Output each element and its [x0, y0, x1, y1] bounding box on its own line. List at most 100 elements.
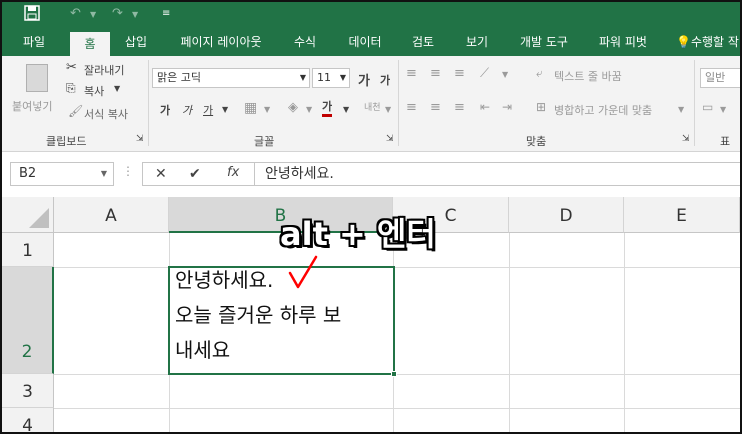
- underline-button[interactable]: 가: [203, 102, 213, 118]
- font-group-label: 글꼴: [254, 135, 275, 148]
- borders-icon[interactable]: ▦: [244, 100, 257, 116]
- clipboard-launcher-icon[interactable]: ⇲: [136, 134, 144, 144]
- merge-icon[interactable]: ⊞: [536, 100, 546, 114]
- fill-color-dropdown-icon[interactable]: ▼: [306, 105, 312, 114]
- excel-window: ↶ ▼ ↷ ▼ ≡ 파일 홈 삽입 페이지 레이아웃 수식 데이터 검토 보기 …: [0, 0, 742, 434]
- save-icon[interactable]: [24, 5, 40, 25]
- font-name-value: 맑은 고딕: [157, 71, 201, 84]
- tab-file[interactable]: 파일: [12, 29, 56, 56]
- cut-button[interactable]: ✂ 잘라내기: [66, 60, 142, 78]
- lightbulb-icon: 💡: [676, 35, 691, 49]
- currency-dropdown-icon[interactable]: ▼: [720, 105, 726, 114]
- redo-dropdown-icon[interactable]: ▼: [132, 10, 138, 19]
- corner-triangle-icon: [29, 208, 49, 228]
- row-header-3[interactable]: 3: [2, 374, 54, 408]
- redo-icon[interactable]: ↷: [112, 6, 123, 21]
- column-header-e[interactable]: E: [624, 197, 740, 233]
- orientation-icon[interactable]: ⟋: [480, 66, 489, 81]
- format-painter-label: 서식 복사: [84, 108, 128, 121]
- clipboard-icon: [26, 64, 48, 92]
- formula-input[interactable]: 안녕하세요.: [254, 162, 740, 186]
- row-header-2[interactable]: 2: [2, 267, 54, 374]
- phonetic-button[interactable]: 내천: [364, 100, 381, 113]
- tab-home[interactable]: 홈: [70, 32, 110, 56]
- align-right-icon[interactable]: ≡: [454, 100, 465, 115]
- tell-me-box[interactable]: 💡수행할 작: [676, 29, 740, 56]
- copy-dropdown-icon[interactable]: ▼: [114, 84, 120, 93]
- customize-quick-access-icon[interactable]: ≡: [162, 8, 170, 19]
- enter-button[interactable]: ✔: [189, 165, 201, 183]
- tab-developer[interactable]: 개발 도구: [508, 29, 580, 56]
- formula-input-value: 안녕하세요.: [265, 166, 334, 182]
- alignment-group-label: 맞춤: [526, 135, 547, 148]
- number-format-select[interactable]: 일반: [700, 68, 740, 88]
- column-header-d[interactable]: D: [509, 197, 624, 233]
- font-color-dropdown-icon[interactable]: ▼: [343, 105, 349, 114]
- ribbon: 붙여넣기 ✂ 잘라내기 ⎘ 복사 ▼ 🖌 서식 복사 클립보드 ⇲ 맑은 고딕 …: [2, 56, 740, 164]
- top-align-icon[interactable]: ≡: [406, 66, 417, 81]
- chevron-down-icon: ▼: [339, 73, 346, 82]
- name-box[interactable]: B2 ▼: [10, 162, 114, 186]
- formula-bar: B2 ▼ ⋮ ✕ ✔ fx 안녕하세요.: [2, 152, 740, 197]
- checkmark-annotation-icon: [288, 255, 318, 289]
- tell-me-text: 수행할 작: [690, 35, 739, 49]
- row-header-1[interactable]: 1: [2, 233, 54, 267]
- formula-bar-grip-icon[interactable]: ⋮: [122, 164, 134, 178]
- column-header-a[interactable]: A: [54, 197, 169, 233]
- borders-dropdown-icon[interactable]: ▼: [264, 105, 270, 114]
- tab-view[interactable]: 보기: [454, 29, 500, 56]
- tab-power-pivot[interactable]: 파워 피벗: [588, 29, 658, 56]
- format-painter-button[interactable]: 🖌 서식 복사: [66, 104, 146, 122]
- bold-button[interactable]: 가: [160, 102, 170, 118]
- align-center-icon[interactable]: ≡: [430, 100, 441, 115]
- copy-icon: ⎘: [66, 81, 76, 95]
- font-size-select[interactable]: 11 ▼: [312, 68, 350, 88]
- cell-b2-line-3: 내세요: [175, 338, 231, 362]
- tab-data[interactable]: 데이터: [338, 29, 392, 56]
- fill-handle[interactable]: [391, 371, 397, 377]
- title-bar: ↶ ▼ ↷ ▼ ≡: [2, 2, 740, 29]
- paste-button[interactable]: 붙여넣기: [10, 60, 58, 120]
- bottom-align-icon[interactable]: ≡: [454, 66, 465, 81]
- gridline: [54, 267, 740, 268]
- copy-button[interactable]: ⎘ 복사 ▼: [66, 81, 142, 99]
- tab-page-layout[interactable]: 페이지 레이아웃: [166, 29, 276, 56]
- wrap-text-button[interactable]: 텍스트 줄 바꿈: [554, 68, 622, 84]
- number-format-value: 일반: [705, 71, 726, 84]
- separator: [148, 60, 149, 146]
- middle-align-icon[interactable]: ≡: [430, 66, 441, 81]
- font-color-button[interactable]: 가: [322, 100, 333, 117]
- font-size-value: 11: [317, 71, 331, 84]
- worksheet-grid: A B C D E 1 2 3 4 안녕하세요. 오늘 즐거운 하루 보 내세요…: [2, 197, 740, 432]
- align-left-icon[interactable]: ≡: [406, 100, 417, 115]
- italic-button[interactable]: 가: [182, 102, 192, 118]
- tab-formulas[interactable]: 수식: [282, 29, 328, 56]
- alignment-launcher-icon[interactable]: ⇲: [682, 134, 690, 144]
- shrink-font-button[interactable]: 가: [380, 72, 390, 88]
- decrease-indent-icon[interactable]: ⇤: [480, 100, 490, 114]
- phonetic-dropdown-icon[interactable]: ▼: [385, 105, 391, 114]
- chevron-down-icon: ▼: [100, 169, 107, 178]
- gridline: [509, 233, 510, 432]
- tab-review[interactable]: 검토: [400, 29, 446, 56]
- fill-color-icon[interactable]: ◈: [288, 100, 298, 115]
- increase-indent-icon[interactable]: ⇥: [502, 100, 512, 114]
- grow-font-button[interactable]: 가: [358, 70, 370, 89]
- orientation-dropdown-icon[interactable]: ▼: [502, 70, 508, 79]
- tab-insert[interactable]: 삽입: [114, 29, 158, 56]
- gridline: [624, 233, 625, 432]
- font-launcher-icon[interactable]: ⇲: [386, 134, 394, 144]
- undo-icon[interactable]: ↶: [70, 6, 81, 21]
- wrap-text-icon[interactable]: ⤶: [536, 66, 543, 81]
- clipboard-group-label: 클립보드: [46, 135, 87, 148]
- row-header-4[interactable]: 4: [2, 408, 54, 432]
- merge-dropdown-icon[interactable]: ▼: [678, 105, 684, 114]
- underline-dropdown-icon[interactable]: ▼: [222, 105, 228, 114]
- merge-center-button[interactable]: 병합하고 가운데 맞춤: [554, 102, 652, 118]
- font-name-select[interactable]: 맑은 고딕 ▼: [152, 68, 310, 88]
- insert-function-button[interactable]: fx: [227, 164, 239, 182]
- undo-dropdown-icon[interactable]: ▼: [90, 10, 96, 19]
- select-all-corner[interactable]: [2, 197, 54, 233]
- currency-icon[interactable]: ▭: [702, 100, 713, 114]
- cancel-button[interactable]: ✕: [155, 165, 167, 183]
